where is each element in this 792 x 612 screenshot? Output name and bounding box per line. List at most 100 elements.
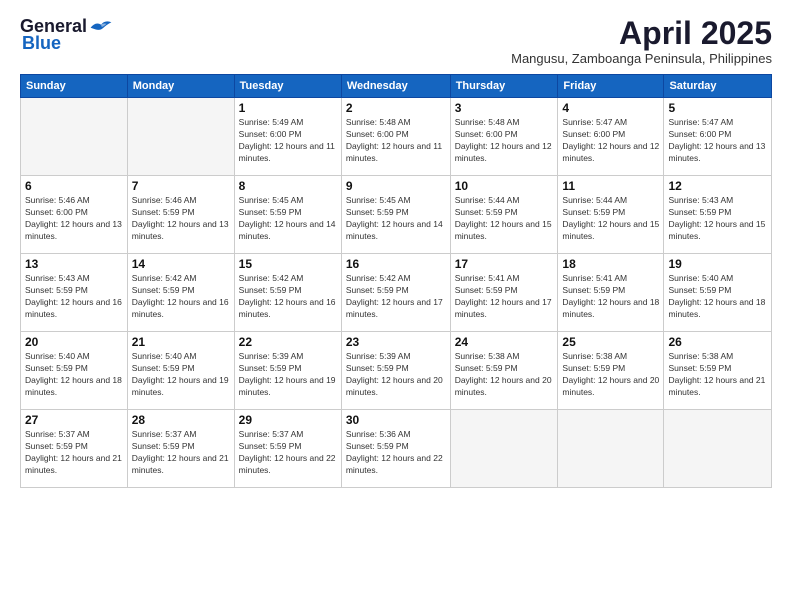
- day-info: Sunrise: 5:39 AMSunset: 5:59 PMDaylight:…: [346, 351, 446, 399]
- day-info: Sunrise: 5:36 AMSunset: 5:59 PMDaylight:…: [346, 429, 446, 477]
- day-info: Sunrise: 5:48 AMSunset: 6:00 PMDaylight:…: [346, 117, 446, 165]
- calendar-cell: 25 Sunrise: 5:38 AMSunset: 5:59 PMDayligh…: [558, 332, 664, 410]
- weekday-header-saturday: Saturday: [664, 75, 772, 98]
- day-number: 8: [239, 179, 337, 193]
- day-info: Sunrise: 5:40 AMSunset: 5:59 PMDaylight:…: [25, 351, 123, 399]
- calendar-cell: 20 Sunrise: 5:40 AMSunset: 5:59 PMDayligh…: [21, 332, 128, 410]
- title-block: April 2025 Mangusu, Zamboanga Peninsula,…: [511, 16, 772, 66]
- day-info: Sunrise: 5:49 AMSunset: 6:00 PMDaylight:…: [239, 117, 337, 165]
- day-number: 12: [668, 179, 767, 193]
- day-number: 6: [25, 179, 123, 193]
- calendar-week-2: 6 Sunrise: 5:46 AMSunset: 6:00 PMDaylight…: [21, 176, 772, 254]
- calendar-cell: 15 Sunrise: 5:42 AMSunset: 5:59 PMDayligh…: [234, 254, 341, 332]
- calendar-cell: [558, 410, 664, 488]
- calendar-cell: 11Sunrise: 5:44 AMSunset: 5:59 PMDayligh…: [558, 176, 664, 254]
- day-number: 29: [239, 413, 337, 427]
- day-info: Sunrise: 5:41 AMSunset: 5:59 PMDaylight:…: [455, 273, 554, 321]
- day-info: Sunrise: 5:48 AMSunset: 6:00 PMDaylight:…: [455, 117, 554, 165]
- calendar-cell: [664, 410, 772, 488]
- calendar-week-3: 13Sunrise: 5:43 AMSunset: 5:59 PMDayligh…: [21, 254, 772, 332]
- calendar-cell: 10 Sunrise: 5:44 AMSunset: 5:59 PMDayligh…: [450, 176, 558, 254]
- calendar-header-row: SundayMondayTuesdayWednesdayThursdayFrid…: [21, 75, 772, 98]
- calendar-cell: [450, 410, 558, 488]
- day-info: Sunrise: 5:47 AMSunset: 6:00 PMDaylight:…: [562, 117, 659, 165]
- day-info: Sunrise: 5:40 AMSunset: 5:59 PMDaylight:…: [668, 273, 767, 321]
- day-info: Sunrise: 5:46 AMSunset: 5:59 PMDaylight:…: [132, 195, 230, 243]
- weekday-header-tuesday: Tuesday: [234, 75, 341, 98]
- calendar-cell: 3 Sunrise: 5:48 AMSunset: 6:00 PMDaylight…: [450, 98, 558, 176]
- calendar-table: SundayMondayTuesdayWednesdayThursdayFrid…: [20, 74, 772, 488]
- page: General Blue April 2025 Mangusu, Zamboan…: [0, 0, 792, 612]
- day-number: 17: [455, 257, 554, 271]
- day-info: Sunrise: 5:37 AMSunset: 5:59 PMDaylight:…: [25, 429, 123, 477]
- calendar-cell: 5 Sunrise: 5:47 AMSunset: 6:00 PMDaylight…: [664, 98, 772, 176]
- day-number: 18: [562, 257, 659, 271]
- day-info: Sunrise: 5:43 AMSunset: 5:59 PMDaylight:…: [668, 195, 767, 243]
- calendar-cell: 18 Sunrise: 5:41 AMSunset: 5:59 PMDayligh…: [558, 254, 664, 332]
- weekday-header-thursday: Thursday: [450, 75, 558, 98]
- day-number: 27: [25, 413, 123, 427]
- day-number: 19: [668, 257, 767, 271]
- calendar-cell: 24 Sunrise: 5:38 AMSunset: 5:59 PMDayligh…: [450, 332, 558, 410]
- day-number: 21: [132, 335, 230, 349]
- day-number: 14: [132, 257, 230, 271]
- calendar-subtitle: Mangusu, Zamboanga Peninsula, Philippine…: [511, 51, 772, 66]
- logo-bird-icon: [89, 17, 113, 37]
- day-info: Sunrise: 5:38 AMSunset: 5:59 PMDaylight:…: [668, 351, 767, 399]
- day-info: Sunrise: 5:47 AMSunset: 6:00 PMDaylight:…: [668, 117, 767, 165]
- calendar-cell: 16Sunrise: 5:42 AMSunset: 5:59 PMDayligh…: [341, 254, 450, 332]
- calendar-week-4: 20 Sunrise: 5:40 AMSunset: 5:59 PMDayligh…: [21, 332, 772, 410]
- calendar-cell: 30 Sunrise: 5:36 AMSunset: 5:59 PMDayligh…: [341, 410, 450, 488]
- day-info: Sunrise: 5:42 AMSunset: 5:59 PMDaylight:…: [346, 273, 446, 321]
- day-number: 9: [346, 179, 446, 193]
- day-number: 4: [562, 101, 659, 115]
- day-number: 10: [455, 179, 554, 193]
- calendar-cell: 6 Sunrise: 5:46 AMSunset: 6:00 PMDaylight…: [21, 176, 128, 254]
- weekday-header-monday: Monday: [127, 75, 234, 98]
- day-info: Sunrise: 5:38 AMSunset: 5:59 PMDaylight:…: [455, 351, 554, 399]
- day-info: Sunrise: 5:38 AMSunset: 5:59 PMDaylight:…: [562, 351, 659, 399]
- day-number: 26: [668, 335, 767, 349]
- day-info: Sunrise: 5:37 AMSunset: 5:59 PMDaylight:…: [132, 429, 230, 477]
- day-info: Sunrise: 5:40 AMSunset: 5:59 PMDaylight:…: [132, 351, 230, 399]
- day-info: Sunrise: 5:43 AMSunset: 5:59 PMDaylight:…: [25, 273, 123, 321]
- day-number: 15: [239, 257, 337, 271]
- calendar-week-5: 27 Sunrise: 5:37 AMSunset: 5:59 PMDayligh…: [21, 410, 772, 488]
- day-number: 5: [668, 101, 767, 115]
- day-number: 22: [239, 335, 337, 349]
- calendar-cell: 19 Sunrise: 5:40 AMSunset: 5:59 PMDayligh…: [664, 254, 772, 332]
- day-info: Sunrise: 5:46 AMSunset: 6:00 PMDaylight:…: [25, 195, 123, 243]
- logo-blue-text: Blue: [22, 33, 61, 54]
- logo: General Blue: [20, 16, 113, 54]
- calendar-cell: 17 Sunrise: 5:41 AMSunset: 5:59 PMDayligh…: [450, 254, 558, 332]
- day-info: Sunrise: 5:37 AMSunset: 5:59 PMDaylight:…: [239, 429, 337, 477]
- calendar-cell: 27 Sunrise: 5:37 AMSunset: 5:59 PMDayligh…: [21, 410, 128, 488]
- day-info: Sunrise: 5:41 AMSunset: 5:59 PMDaylight:…: [562, 273, 659, 321]
- calendar-cell: 29 Sunrise: 5:37 AMSunset: 5:59 PMDayligh…: [234, 410, 341, 488]
- day-info: Sunrise: 5:39 AMSunset: 5:59 PMDaylight:…: [239, 351, 337, 399]
- calendar-cell: 23 Sunrise: 5:39 AMSunset: 5:59 PMDayligh…: [341, 332, 450, 410]
- calendar-cell: [21, 98, 128, 176]
- weekday-header-wednesday: Wednesday: [341, 75, 450, 98]
- day-number: 30: [346, 413, 446, 427]
- calendar-cell: 13Sunrise: 5:43 AMSunset: 5:59 PMDayligh…: [21, 254, 128, 332]
- calendar-cell: 4 Sunrise: 5:47 AMSunset: 6:00 PMDaylight…: [558, 98, 664, 176]
- day-info: Sunrise: 5:45 AMSunset: 5:59 PMDaylight:…: [346, 195, 446, 243]
- day-info: Sunrise: 5:42 AMSunset: 5:59 PMDaylight:…: [239, 273, 337, 321]
- day-info: Sunrise: 5:42 AMSunset: 5:59 PMDaylight:…: [132, 273, 230, 321]
- day-number: 25: [562, 335, 659, 349]
- calendar-cell: 12 Sunrise: 5:43 AMSunset: 5:59 PMDayligh…: [664, 176, 772, 254]
- calendar-cell: 2 Sunrise: 5:48 AMSunset: 6:00 PMDaylight…: [341, 98, 450, 176]
- day-number: 24: [455, 335, 554, 349]
- calendar-cell: 26 Sunrise: 5:38 AMSunset: 5:59 PMDayligh…: [664, 332, 772, 410]
- day-number: 20: [25, 335, 123, 349]
- calendar-cell: [127, 98, 234, 176]
- calendar-cell: 8Sunrise: 5:45 AMSunset: 5:59 PMDaylight…: [234, 176, 341, 254]
- day-number: 23: [346, 335, 446, 349]
- calendar-cell: 22 Sunrise: 5:39 AMSunset: 5:59 PMDayligh…: [234, 332, 341, 410]
- calendar-cell: 1Sunrise: 5:49 AMSunset: 6:00 PMDaylight…: [234, 98, 341, 176]
- calendar-cell: 7Sunrise: 5:46 AMSunset: 5:59 PMDaylight…: [127, 176, 234, 254]
- day-info: Sunrise: 5:44 AMSunset: 5:59 PMDaylight:…: [455, 195, 554, 243]
- day-number: 2: [346, 101, 446, 115]
- day-number: 3: [455, 101, 554, 115]
